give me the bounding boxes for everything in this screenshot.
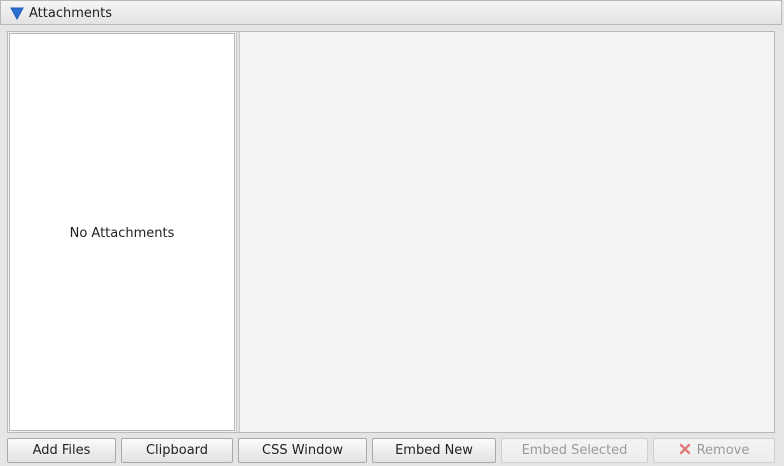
embed-new-button[interactable]: Embed New <box>372 438 496 463</box>
split-pane-divider[interactable] <box>236 32 240 432</box>
attachments-body: No Attachments <box>7 31 775 433</box>
x-icon <box>679 443 690 455</box>
attachments-title: Attachments <box>29 6 112 21</box>
remove-button[interactable]: Remove <box>653 438 775 463</box>
attachment-list[interactable]: No Attachments <box>9 33 235 431</box>
attachment-preview-area <box>241 32 774 432</box>
attachments-header[interactable]: Attachments <box>0 0 782 25</box>
empty-list-message: No Attachments <box>69 226 175 241</box>
collapse-triangle-icon[interactable] <box>10 7 24 20</box>
remove-button-label: Remove <box>696 443 750 458</box>
add-files-button[interactable]: Add Files <box>7 438 116 463</box>
clipboard-button[interactable]: Clipboard <box>121 438 233 463</box>
embed-selected-button[interactable]: Embed Selected <box>501 438 648 463</box>
css-window-button[interactable]: CSS Window <box>238 438 367 463</box>
